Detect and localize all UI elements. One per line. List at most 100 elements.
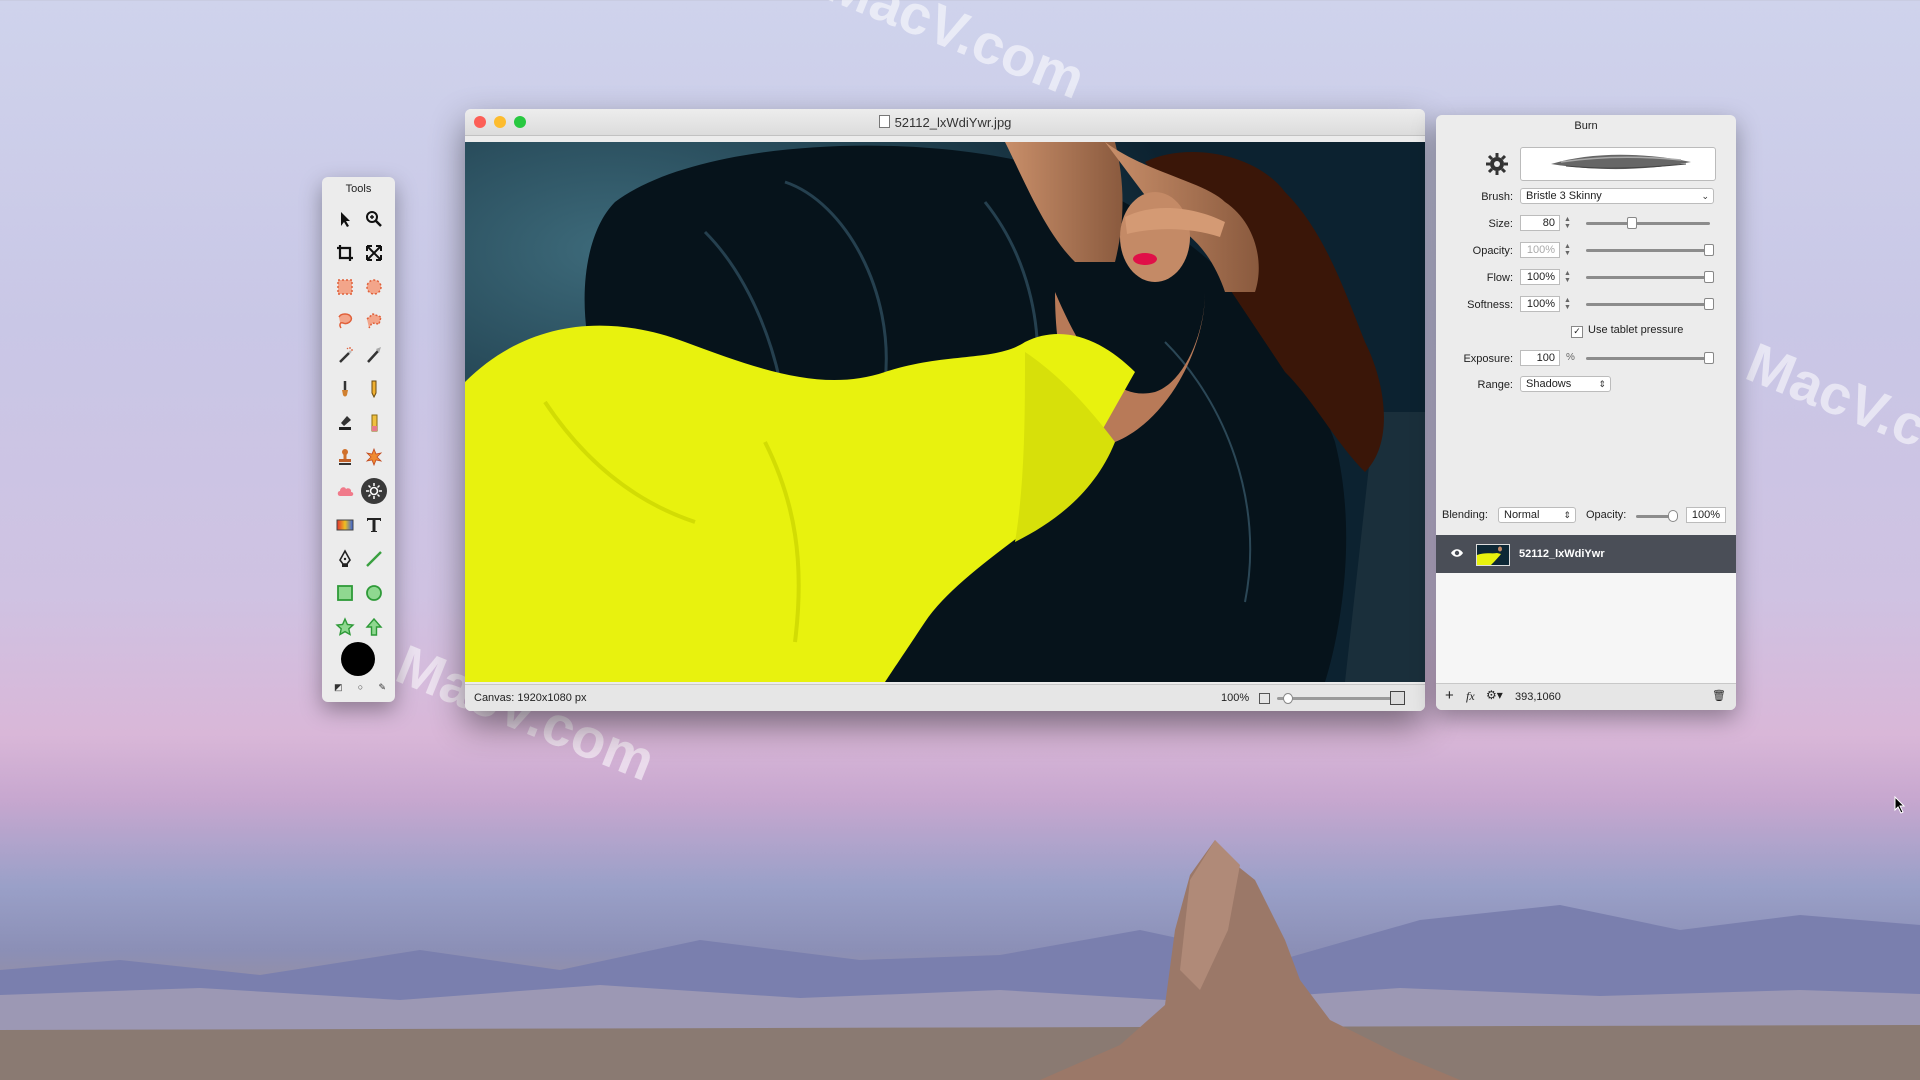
updown-chevron-icon: ⇕: [1598, 379, 1606, 389]
brush-stroke-preview[interactable]: [1520, 147, 1716, 181]
text-icon: [366, 518, 381, 532]
opacity-slider-knob[interactable]: [1704, 244, 1714, 256]
softness-slider-knob[interactable]: [1704, 298, 1714, 310]
opacity-row: Opacity: 100% ▲ ▼: [1436, 242, 1736, 262]
desktop-landscape: [0, 840, 1920, 1080]
tablet-pressure-option[interactable]: ✓ Use tablet pressure: [1571, 324, 1683, 338]
lasso-tool[interactable]: [330, 304, 359, 338]
heal-tool[interactable]: [359, 440, 388, 474]
range-select-value: Shadows: [1526, 378, 1572, 390]
size-slider[interactable]: [1586, 222, 1710, 225]
brush-select[interactable]: Bristle 3 Skinny ⌄: [1520, 188, 1714, 204]
document-titlebar[interactable]: 52112_lxWdiYwr.jpg: [465, 109, 1425, 136]
smudge-tool[interactable]: [330, 474, 359, 508]
range-select[interactable]: Shadows ⇕: [1520, 376, 1611, 392]
document-window: 52112_lxWdiYwr.jpg Canvas: 1920x1080 px …: [465, 109, 1425, 711]
crop-tool[interactable]: [330, 236, 359, 270]
magic-wand-icon: [338, 347, 353, 363]
line-tool[interactable]: [359, 542, 388, 576]
flow-label: Flow:: [1486, 272, 1513, 284]
exposure-label: Exposure:: [1463, 353, 1513, 365]
opacity-field[interactable]: 100%: [1520, 242, 1560, 258]
size-field[interactable]: 80: [1520, 215, 1560, 231]
file-icon: [878, 115, 890, 128]
document-statusbar: Canvas: 1920x1080 px 100%: [465, 684, 1425, 711]
blending-select[interactable]: Normal ⇕: [1498, 507, 1576, 523]
gradient-tool[interactable]: [330, 508, 359, 542]
transform-tool[interactable]: [359, 236, 388, 270]
effects-icon[interactable]: fx: [1466, 689, 1475, 704]
secondary-color-icon[interactable]: ○: [358, 682, 363, 693]
up-arrow-icon: [364, 617, 383, 636]
ellipse-select-tool[interactable]: [359, 270, 388, 304]
softness-stepper[interactable]: ▲ ▼: [1564, 297, 1571, 311]
flow-slider[interactable]: [1586, 276, 1710, 279]
flow-slider-knob[interactable]: [1704, 271, 1714, 283]
softness-field[interactable]: 100%: [1520, 296, 1560, 312]
eraser-tool[interactable]: [359, 406, 388, 440]
star-tool[interactable]: [330, 610, 359, 644]
layer-name: 52112_lxWdiYwr: [1519, 548, 1605, 560]
flow-field[interactable]: 100%: [1520, 269, 1560, 285]
polygon-lasso-icon: [366, 313, 382, 329]
quick-select-tool[interactable]: [359, 338, 388, 372]
clone-stamp-tool[interactable]: [330, 406, 359, 440]
rect-select-tool[interactable]: [330, 270, 359, 304]
polygon-lasso-tool[interactable]: [359, 304, 388, 338]
quick-select-icon: [366, 347, 381, 363]
tablet-pressure-checkbox[interactable]: ✓: [1571, 326, 1583, 338]
burn-tool[interactable]: [359, 474, 388, 508]
layers-list-empty-area[interactable]: [1436, 573, 1736, 685]
tools-palette-title: Tools: [345, 183, 372, 195]
size-stepper[interactable]: ▲ ▼: [1564, 216, 1571, 230]
pencil-icon: [371, 380, 376, 399]
zoom-slider[interactable]: [1277, 697, 1402, 700]
stamp-tool[interactable]: [330, 440, 359, 474]
zoom-out-icon[interactable]: [1259, 693, 1270, 704]
softness-slider[interactable]: [1586, 303, 1710, 306]
eyedropper-icon[interactable]: ✎: [378, 682, 386, 693]
layer-opacity-field[interactable]: 100%: [1686, 507, 1726, 523]
gear-icon[interactable]: [1484, 151, 1510, 177]
pencil-tool[interactable]: [359, 372, 388, 406]
flow-row: Flow: 100% ▲ ▼: [1436, 269, 1736, 289]
gradient-icon: [336, 519, 353, 531]
softness-label: Softness:: [1467, 299, 1513, 311]
blending-select-value: Normal: [1504, 509, 1540, 521]
brush-tool[interactable]: [330, 372, 359, 406]
zoom-slider-knob[interactable]: [1282, 693, 1293, 704]
text-tool[interactable]: [359, 508, 388, 542]
document-title-text: 52112_lxWdiYwr.jpg: [894, 115, 1012, 130]
arrow-shape-tool[interactable]: [359, 610, 388, 644]
zoom-tool[interactable]: [359, 202, 388, 236]
trash-icon[interactable]: 🗑: [1712, 689, 1726, 702]
layer-gear-icon[interactable]: ⚙▾: [1486, 688, 1503, 702]
lasso-icon: [337, 313, 352, 329]
flow-stepper[interactable]: ▲ ▼: [1564, 270, 1571, 284]
layers-footer: + fx ⚙▾ 393,1060 🗑: [1436, 683, 1736, 710]
eye-icon[interactable]: [1450, 547, 1464, 559]
exposure-field[interactable]: 100: [1520, 350, 1560, 366]
zoom-in-icon[interactable]: [1390, 691, 1405, 705]
magic-wand-tool[interactable]: [330, 338, 359, 372]
rectangle-tool[interactable]: [330, 576, 359, 610]
opacity-stepper[interactable]: ▲ ▼: [1564, 243, 1571, 257]
layer-opacity-knob[interactable]: [1668, 510, 1678, 522]
ellipse-tool[interactable]: [359, 576, 388, 610]
default-colors-icon[interactable]: ◩: [334, 682, 343, 693]
exposure-slider[interactable]: [1586, 357, 1710, 360]
brush-stroke-icon: [1551, 154, 1691, 170]
brush-select-value: Bristle 3 Skinny: [1526, 190, 1602, 202]
image-canvas[interactable]: [465, 142, 1425, 682]
exposure-slider-knob[interactable]: [1704, 352, 1714, 364]
size-slider-knob[interactable]: [1627, 217, 1638, 229]
add-layer-icon[interactable]: +: [1445, 687, 1454, 704]
primary-color-well[interactable]: [341, 642, 375, 676]
pen-tool[interactable]: [330, 542, 359, 576]
layer-row[interactable]: 52112_lxWdiYwr: [1436, 535, 1736, 573]
arrow-tool[interactable]: [330, 202, 359, 236]
blending-row: Blending: Normal ⇕ Opacity: 100%: [1436, 505, 1736, 527]
watermark-top: MacV.com: [818, 0, 1094, 111]
updown-chevron-icon: ⇕: [1563, 510, 1571, 520]
opacity-slider[interactable]: [1586, 249, 1710, 252]
